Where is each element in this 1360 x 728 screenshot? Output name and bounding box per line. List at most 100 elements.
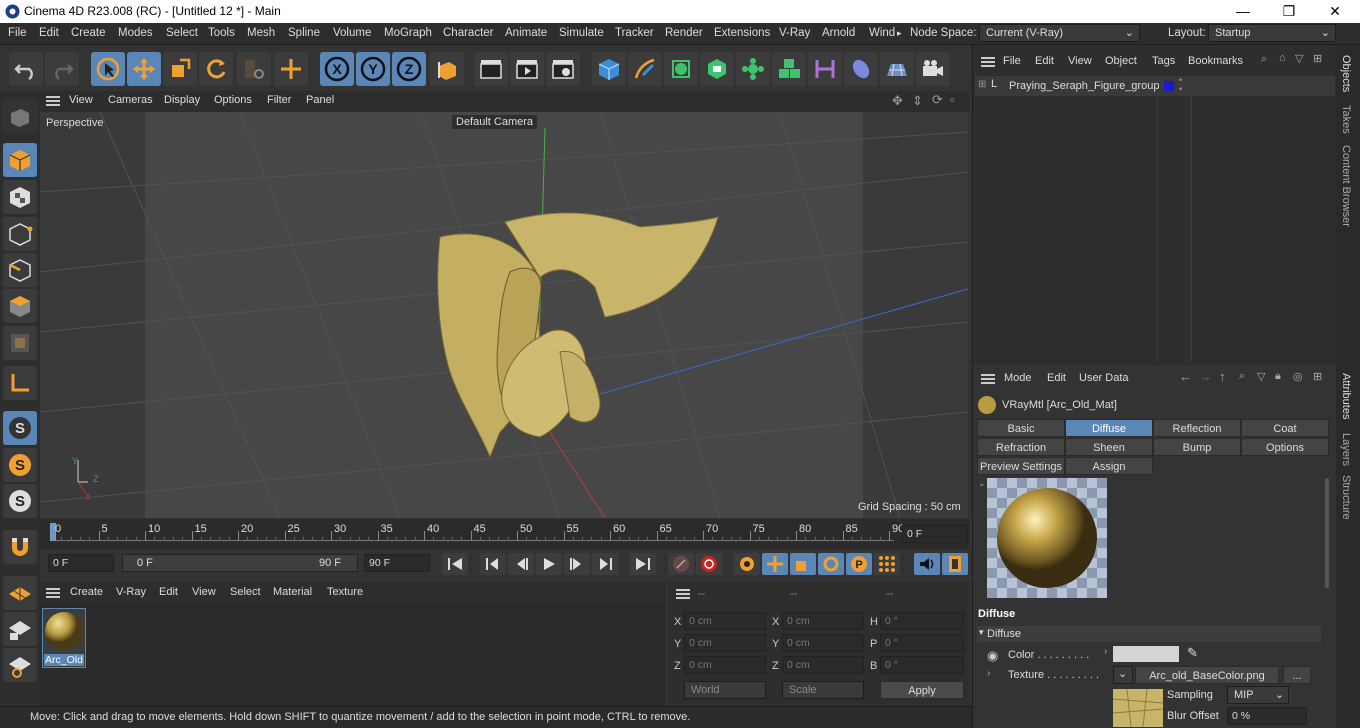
- coordinate-system-button[interactable]: [430, 52, 464, 86]
- menu-mesh[interactable]: Mesh: [247, 27, 275, 39]
- home-icon[interactable]: ⌂: [1279, 52, 1286, 64]
- next-frame-button[interactable]: [564, 553, 590, 575]
- uv-mode-button[interactable]: [3, 326, 37, 360]
- expand-icon[interactable]: ⊞: [978, 79, 986, 90]
- zoom-view-icon[interactable]: ⇕: [912, 93, 923, 109]
- menu-create[interactable]: Create: [71, 27, 106, 39]
- tab-structure[interactable]: Structure: [1340, 475, 1352, 520]
- polygon-mode-button[interactable]: [3, 289, 37, 323]
- attribute-menu-edit[interactable]: Edit: [1047, 372, 1066, 384]
- menu-window[interactable]: Wind: [869, 27, 895, 39]
- object-row[interactable]: ⊞ L Praying_Seraph_Figure_group • •: [975, 76, 1335, 96]
- end-frame-field[interactable]: 90 F: [364, 554, 430, 572]
- forward-arrow-icon[interactable]: →: [1199, 369, 1212, 384]
- keyframe-selection-button[interactable]: [734, 553, 760, 575]
- y-axis-lock-button[interactable]: Y: [356, 52, 390, 86]
- workplane-snap-button[interactable]: S: [3, 484, 37, 518]
- move-axis-button[interactable]: [274, 52, 308, 86]
- edge-mode-button[interactable]: [3, 253, 37, 287]
- key-position-button[interactable]: [762, 553, 788, 575]
- object-menu-edit[interactable]: Edit: [1035, 55, 1054, 67]
- autokey-button[interactable]: [696, 553, 722, 575]
- attribute-menu-icon[interactable]: [981, 374, 995, 384]
- recent-tool-button[interactable]: [237, 52, 271, 86]
- redo-button[interactable]: [45, 52, 79, 86]
- rotate-view-icon[interactable]: ⟳: [932, 92, 943, 108]
- blur-offset-field[interactable]: 0 %: [1227, 707, 1307, 725]
- tab-options[interactable]: Options: [1241, 438, 1329, 456]
- planar-workplane-button[interactable]: [3, 648, 37, 682]
- viewport-menu-view[interactable]: View: [69, 94, 93, 106]
- floor-button[interactable]: [880, 52, 914, 86]
- record-keys-button[interactable]: [668, 553, 694, 575]
- menu-arnold[interactable]: Arnold: [822, 27, 855, 39]
- menu-render[interactable]: Render: [665, 27, 703, 39]
- material-menu-edit[interactable]: Edit: [159, 586, 178, 598]
- texture-menu-button[interactable]: ⌄: [1113, 666, 1133, 684]
- tab-assign[interactable]: Assign: [1065, 457, 1153, 475]
- live-selection-button[interactable]: [91, 52, 125, 86]
- apply-button[interactable]: Apply: [880, 681, 964, 699]
- menu-spline[interactable]: Spline: [288, 27, 320, 39]
- menu-vray[interactable]: V-Ray: [779, 27, 810, 39]
- menu-modes[interactable]: Modes: [118, 27, 153, 39]
- diffuse-group-header[interactable]: Diffuse ▾: [977, 626, 1321, 642]
- snap-button[interactable]: S: [3, 411, 37, 445]
- texture-more-button[interactable]: ...: [1283, 666, 1311, 684]
- z-axis-lock-button[interactable]: Z: [392, 52, 426, 86]
- rotation-h-field[interactable]: 0 °: [880, 612, 964, 630]
- diffuse-color-swatch[interactable]: [1113, 646, 1179, 662]
- tab-basic[interactable]: Basic: [977, 419, 1065, 437]
- tab-diffuse[interactable]: Diffuse: [1065, 419, 1153, 437]
- menu-file[interactable]: File: [8, 27, 27, 39]
- scale-tool-button[interactable]: [163, 52, 197, 86]
- coord-menu-icon[interactable]: [676, 589, 690, 599]
- color-expand-icon[interactable]: ›: [1104, 646, 1107, 657]
- menu-character[interactable]: Character: [443, 27, 494, 39]
- viewport-menu-display[interactable]: Display: [164, 94, 200, 106]
- mograph-button[interactable]: [772, 52, 806, 86]
- attribute-scrollbar[interactable]: [1325, 478, 1329, 588]
- rotation-b-field[interactable]: 0 °: [880, 656, 964, 674]
- key-parameter-button[interactable]: P: [846, 553, 872, 575]
- menu-more-icon[interactable]: ▸: [897, 28, 902, 39]
- filter-icon[interactable]: ▽: [1257, 370, 1265, 383]
- menu-mograph[interactable]: MoGraph: [384, 27, 432, 39]
- coord-mode-select[interactable]: World: [684, 681, 766, 699]
- tab-content-browser[interactable]: Content Browser: [1340, 145, 1352, 227]
- object-menu-file[interactable]: File: [1003, 55, 1021, 67]
- menu-tracker[interactable]: Tracker: [615, 27, 654, 39]
- tab-coat[interactable]: Coat: [1241, 419, 1329, 437]
- rotation-p-field[interactable]: 0 °: [880, 634, 964, 652]
- lock-icon[interactable]: 🔒︎: [1275, 370, 1281, 383]
- object-menu-view[interactable]: View: [1068, 55, 1092, 67]
- new-panel-icon[interactable]: ⊞: [1313, 370, 1322, 383]
- play-button[interactable]: [536, 553, 562, 575]
- viewport-menu-cameras[interactable]: Cameras: [108, 94, 153, 106]
- position-x-field[interactable]: 0 cm: [684, 612, 766, 630]
- object-menu-icon[interactable]: [981, 57, 995, 67]
- subdivision-surface-button[interactable]: [664, 52, 698, 86]
- render-picture-viewer-button[interactable]: [510, 52, 544, 86]
- object-menu-object[interactable]: Object: [1105, 55, 1137, 67]
- size-z-field[interactable]: 0 cm: [782, 656, 864, 674]
- position-z-field[interactable]: 0 cm: [684, 656, 766, 674]
- size-y-field[interactable]: 0 cm: [782, 634, 864, 652]
- render-settings-button[interactable]: [546, 52, 580, 86]
- tab-bump[interactable]: Bump: [1153, 438, 1241, 456]
- prev-frame-button[interactable]: [508, 553, 534, 575]
- viewport[interactable]: Perspective Default Camera Grid Spacing …: [40, 112, 968, 518]
- sampling-select[interactable]: MIP ⌄: [1227, 686, 1289, 704]
- menu-animate[interactable]: Animate: [505, 27, 547, 39]
- layout-select[interactable]: Startup ⌄: [1208, 24, 1336, 42]
- viewport-menu-filter[interactable]: Filter: [267, 94, 291, 106]
- camera-button[interactable]: [916, 52, 950, 86]
- prev-key-button[interactable]: [480, 553, 506, 575]
- frame-range-slider[interactable]: 0 F 90 F: [122, 554, 358, 572]
- size-mode-select[interactable]: Scale: [782, 681, 864, 699]
- texture-expand-icon[interactable]: ›: [987, 668, 990, 679]
- visibility-dots-icon[interactable]: • •: [1179, 76, 1182, 94]
- material-menu-view[interactable]: View: [192, 586, 216, 598]
- tab-layers[interactable]: Layers: [1340, 433, 1352, 466]
- axis-mode-button[interactable]: [3, 366, 37, 400]
